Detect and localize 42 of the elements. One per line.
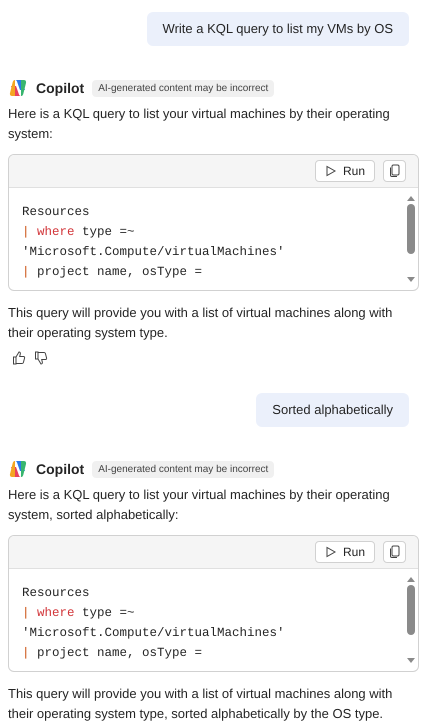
scroll-down-icon[interactable] (406, 276, 416, 284)
play-icon (324, 546, 337, 558)
code-token: Resources (22, 585, 90, 602)
scrollbar-thumb[interactable] (407, 585, 415, 635)
play-icon (324, 165, 337, 177)
code-token: project name, osType = (37, 645, 202, 662)
code-token: type =~ (82, 224, 135, 241)
code-token: 'Microsoft.Compute/virtualMachines' (22, 244, 285, 261)
code-token: | (22, 605, 30, 622)
user-message: Sorted alphabetically (256, 393, 409, 427)
ai-disclaimer-badge: AI-generated content may be incorrect (92, 80, 274, 96)
scroll-down-icon[interactable] (406, 657, 416, 665)
code-token: project name, osType = (37, 264, 202, 281)
run-button[interactable]: Run (314, 541, 375, 563)
copy-icon (388, 545, 400, 559)
response-text: This query will provide you with a list of virtual machines along with their operating system type, sorted alphabetically by the OS type. (8, 685, 394, 722)
copilot-logo-icon (8, 459, 28, 479)
scroll-up-icon[interactable] (406, 575, 416, 583)
ai-disclaimer-badge: AI-generated content may be incorrect (92, 460, 274, 478)
code-token: | (22, 645, 30, 662)
copilot-logo-icon (8, 78, 28, 98)
code-token: | (22, 264, 30, 281)
thumbs-up-icon[interactable] (12, 351, 26, 365)
scrollbar-thumb[interactable] (407, 204, 415, 254)
response-text: Here is a KQL query to list your virtual machines by their operating system, sorted alphabetically: (8, 486, 391, 524)
code-token: where (37, 605, 75, 622)
code-token: type =~ (82, 605, 135, 622)
copy-button[interactable] (383, 541, 406, 563)
code-token: | (22, 224, 30, 241)
sender-name: Copilot (36, 461, 84, 477)
copy-button[interactable] (383, 160, 406, 182)
run-button[interactable]: Run (314, 160, 375, 182)
code-token: 'Microsoft.Compute/virtualMachines' (22, 625, 285, 642)
copy-icon (388, 164, 400, 178)
code-token: where (37, 224, 75, 241)
response-text: This query will provide you with a list of virtual machines along with their operating system type. (8, 304, 394, 342)
thumbs-down-icon[interactable] (34, 351, 48, 365)
sender-name: Copilot (36, 80, 84, 96)
scroll-up-icon[interactable] (406, 194, 416, 202)
code-token: Resources (22, 204, 90, 221)
response-text: Here is a KQL query to list your virtual machines by their operating system: (8, 105, 391, 143)
user-message: Write a KQL query to list my VMs by OS (146, 12, 409, 46)
